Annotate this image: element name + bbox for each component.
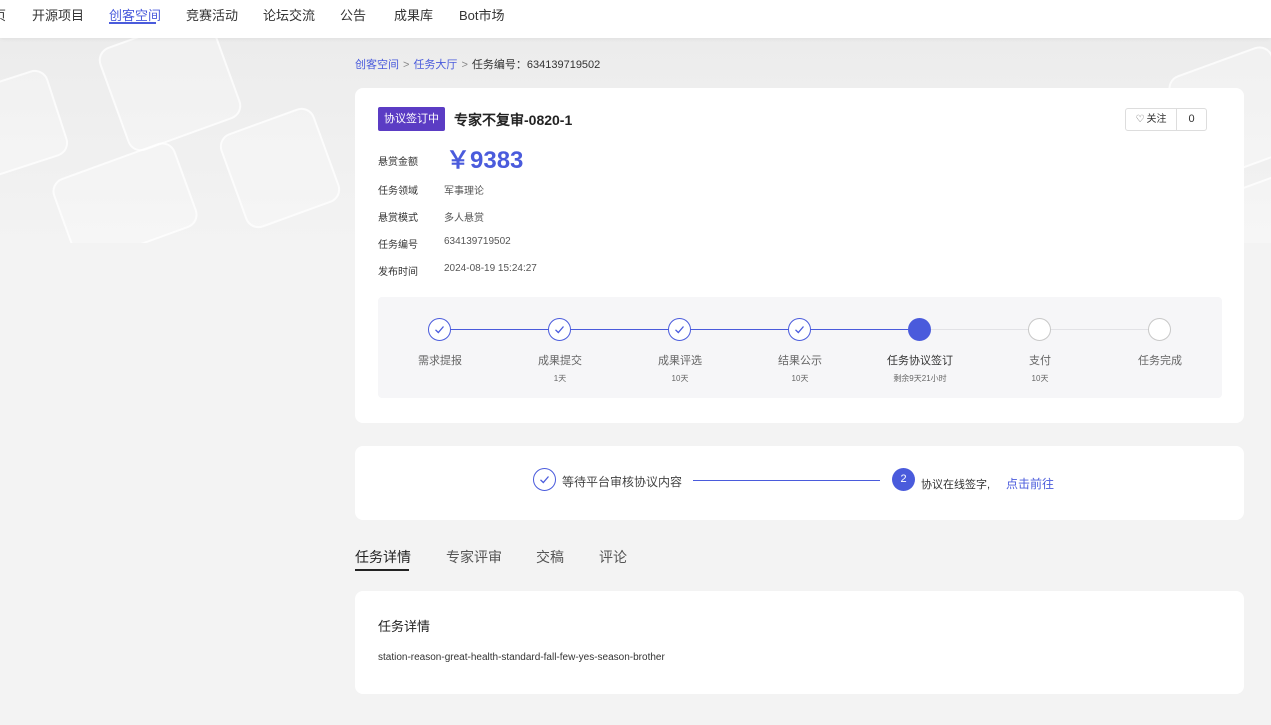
step-5-label: 任务协议签订 [887,355,953,367]
nav-active-underline [109,22,156,24]
step-6-label: 支付 [1029,355,1051,367]
breadcrumb-maker-space[interactable]: 创客空间 [355,59,399,71]
details-title: 任务详情 [378,619,431,634]
nav-item-open-source[interactable]: 开源项目 [32,5,84,24]
nav-item-partial[interactable]: 页 [0,5,6,24]
reward-label: 悬赏金额 [378,157,418,168]
step-3-label: 成果评选 [658,355,702,367]
tab-task-details[interactable]: 任务详情 [355,547,411,567]
step-2-check-icon [548,318,571,341]
follow-button[interactable]: ♡ 关注 [1125,108,1177,131]
agreement-connector [693,480,880,481]
step-4-label: 结果公示 [778,355,822,367]
status-badge: 协议签订中 [378,107,445,131]
agreement-step1-text: 等待平台审核协议内容 [562,475,683,489]
nav-item-forum[interactable]: 论坛交流 [263,5,315,24]
progress-steps: 需求提报 成果提交 成果评选 结果公示 任务协议签订 支付 任务完成 1天 10… [378,297,1222,398]
step-4-duration: 10天 [791,374,809,383]
task-info-card: 协议签订中 专家不复审-0820-1 ♡ 关注 0 悬赏金额 ￥9383 任务领域… [355,88,1244,423]
agreement-step2-number: 2 [892,468,915,491]
field-value-domain: 军事理论 [444,186,484,197]
field-label-mode: 悬赏模式 [378,213,418,224]
tab-active-underline [355,569,409,571]
agreement-check-icon [533,468,556,491]
agreement-step2-text: 协议在线签字, [921,479,991,491]
step-3-check-icon [668,318,691,341]
agreement-go-link[interactable]: 点击前往 [1006,475,1054,492]
task-title: 专家不复审-0820-1 [454,112,573,128]
tab-submission[interactable]: 交稿 [536,547,564,567]
details-text: station-reason-great-health-standard-fal… [378,652,665,663]
field-label-domain: 任务领域 [378,186,418,197]
nav-item-bot-market[interactable]: Bot市场 [459,5,505,24]
step-2-label: 成果提交 [538,355,582,367]
step-6-pending-dot [1028,318,1051,341]
top-nav: 页 开源项目 创客空间 竞赛活动 论坛交流 公告 成果库 Bot市场 [0,0,1271,38]
step-2-duration: 1天 [553,374,567,383]
step-5-current-dot [908,318,931,341]
heart-icon: ♡ [1135,114,1145,125]
field-value-publish-time: 2024-08-19 15:24:27 [444,263,537,274]
nav-item-achievements[interactable]: 成果库 [394,5,433,24]
task-details-card: 任务详情 station-reason-great-health-standar… [355,591,1244,694]
step-4-check-icon [788,318,811,341]
step-3-duration: 10天 [671,374,689,383]
step-7-label: 任务完成 [1138,355,1182,367]
step-1-label: 需求提报 [418,355,462,367]
field-label-task-id: 任务编号 [378,240,418,251]
field-value-mode: 多人悬赏 [444,213,484,224]
reward-value: ￥9383 [446,147,524,174]
tab-comments[interactable]: 评论 [599,547,627,567]
breadcrumb-task-hall[interactable]: 任务大厅 [413,59,457,71]
follow-count: 0 [1176,108,1207,131]
step-5-remaining: 剩余9天21小时 [893,374,947,383]
field-value-task-id: 634139719502 [444,236,511,247]
breadcrumb: 创客空间 > 任务大厅 > 任务编号：634139719502 [355,59,601,71]
step-7-pending-dot [1148,318,1171,341]
nav-item-competitions[interactable]: 竞赛活动 [186,5,238,24]
step-6-duration: 10天 [1031,374,1049,383]
breadcrumb-current: 任务编号：634139719502 [471,59,601,71]
agreement-status-card: 等待平台审核协议内容 2 协议在线签字, 点击前往 [355,446,1244,520]
nav-item-announcements[interactable]: 公告 [340,5,366,24]
tab-expert-review[interactable]: 专家评审 [446,547,502,567]
field-label-publish-time: 发布时间 [378,267,418,278]
follow-label: 关注 [1146,114,1167,125]
step-1-check-icon [428,318,451,341]
